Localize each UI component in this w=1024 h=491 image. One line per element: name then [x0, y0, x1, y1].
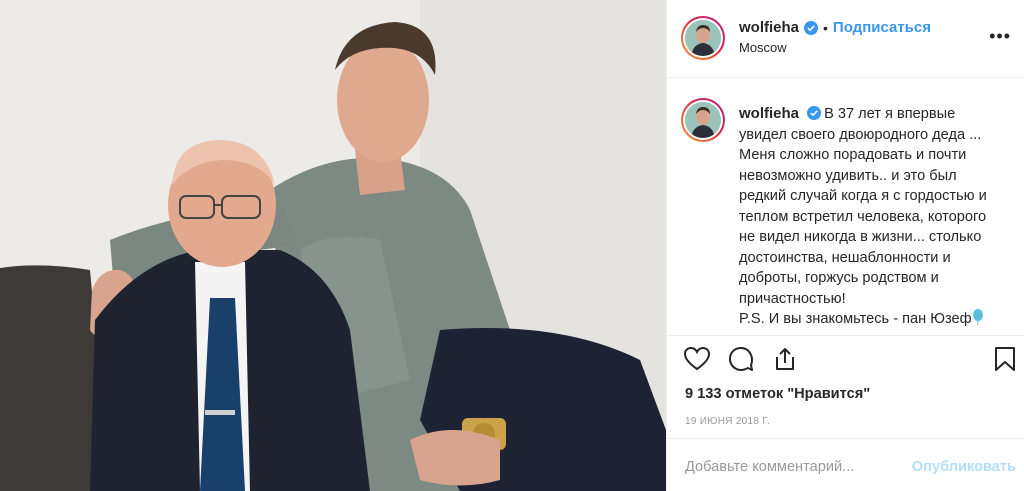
verified-badge-icon: [807, 106, 822, 120]
caption-line: доброты, горжусь родством и: [739, 270, 939, 286]
caption-line: теплом встретил человека, которого: [739, 208, 987, 225]
bookmark-icon[interactable]: [993, 345, 1017, 373]
comment-input[interactable]: [685, 459, 905, 475]
verified-badge-icon: [804, 20, 819, 35]
publish-button[interactable]: Опубликовать: [912, 459, 1016, 475]
post-location[interactable]: Moscow: [739, 40, 787, 55]
follow-button[interactable]: Подписаться: [833, 19, 931, 36]
more-options-icon[interactable]: •••: [989, 26, 1011, 47]
author-avatar[interactable]: [681, 16, 725, 60]
caption-line: увидел своего двоюродного деда ...: [739, 126, 982, 143]
post-side-panel: wolfieha • Подписаться Moscow ••• wolfie…: [666, 0, 1024, 491]
caption-line: Меня сложно порадовать и почти: [739, 147, 967, 163]
share-icon[interactable]: [771, 345, 799, 373]
likes-count[interactable]: 9 133 отметок "Нравится": [685, 386, 870, 402]
post-date[interactable]: 19 июня 2018 г.: [685, 416, 770, 427]
caption-line: невозможно удивить.. и это был: [739, 167, 957, 184]
avatar-image: [685, 102, 721, 138]
heart-icon[interactable]: [683, 345, 711, 373]
post-photo[interactable]: [0, 0, 666, 491]
caption-line: В 37 лет я впервые: [824, 106, 956, 122]
caption-author-avatar[interactable]: [681, 98, 725, 142]
comment-icon[interactable]: [727, 345, 755, 373]
caption-line: P.S. И вы знакомьтесь - пан Юзеф: [739, 311, 972, 327]
caption-line: редкий случай когда я с гордостью и: [739, 188, 987, 204]
avatar-image: [685, 20, 721, 56]
caption-line: не видел никогда в жизни... столько: [739, 229, 982, 245]
post-photo-image: [0, 0, 666, 491]
caption-line: достоинства, нешаблонности и: [739, 249, 951, 266]
caption-username[interactable]: wolfieha: [739, 105, 799, 122]
balloon-icon: [972, 309, 983, 326]
post-header: wolfieha • Подписаться Moscow •••: [667, 0, 1024, 78]
separator-dot: •: [823, 19, 828, 36]
post-caption: wolfieha В 37 лет я впервые увидел своег…: [739, 104, 1015, 330]
caption-line: причастностью!: [739, 290, 846, 307]
author-username[interactable]: wolfieha: [739, 19, 799, 36]
